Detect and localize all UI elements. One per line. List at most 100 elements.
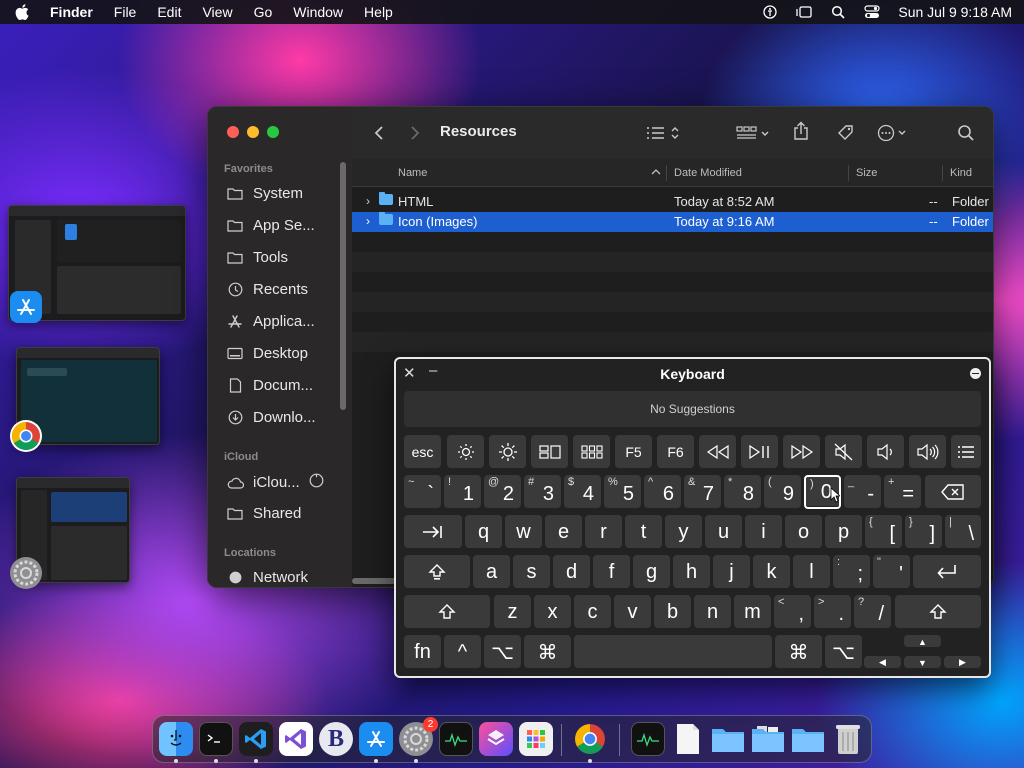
key-list-icon[interactable] (951, 435, 981, 469)
key-left-shift-icon[interactable] (404, 595, 490, 629)
disclosure-triangle-icon[interactable]: › (366, 194, 370, 208)
key-left-command[interactable]: ⌘ (524, 635, 571, 669)
key-z[interactable]: z (494, 595, 531, 629)
key-arrow-right-icon[interactable]: ▶ (944, 656, 981, 669)
key-launchpad-icon[interactable] (573, 435, 610, 469)
key-0[interactable]: ) 0 (804, 475, 842, 509)
key-comma[interactable]: <, (774, 595, 811, 629)
menu-window[interactable]: Window (293, 4, 343, 20)
search-icon[interactable] (956, 123, 976, 143)
sidebar-item-shared[interactable]: Shared (226, 505, 301, 522)
key-left-option[interactable]: ⌥ (484, 635, 521, 669)
key-period[interactable]: >. (814, 595, 851, 629)
key-brightness-down-icon[interactable] (447, 435, 484, 469)
sidebar-item-applications[interactable]: Applica... (226, 313, 315, 330)
key-mute-icon[interactable] (825, 435, 862, 469)
key-y[interactable]: y (665, 515, 702, 549)
key-4[interactable]: $4 (564, 475, 601, 509)
tag-button[interactable] (836, 123, 856, 143)
column-divider[interactable] (848, 165, 849, 181)
dock-folder-icon[interactable] (711, 722, 745, 756)
key-control[interactable]: ^ (444, 635, 481, 669)
key-arrow-left-icon[interactable]: ◀ (864, 656, 901, 669)
zoom-button[interactable] (267, 126, 279, 138)
dock-folder-icon[interactable] (751, 722, 785, 756)
key-o[interactable]: o (785, 515, 822, 549)
key-fn[interactable]: fn (404, 635, 441, 669)
key-h[interactable]: h (673, 555, 710, 589)
column-date-modified[interactable]: Date Modified (674, 167, 742, 179)
key-g[interactable]: g (633, 555, 670, 589)
key-equals[interactable]: + = (884, 475, 921, 509)
key-slash[interactable]: ? / (854, 595, 891, 629)
key-q[interactable]: q (465, 515, 502, 549)
key-right-bracket[interactable]: }] (905, 515, 942, 549)
dock-activity-monitor-window-icon[interactable] (631, 722, 665, 756)
dock-shortcuts-icon[interactable] (479, 722, 513, 756)
key-c[interactable]: c (574, 595, 611, 629)
sidebar-scrollbar[interactable] (340, 162, 346, 410)
key-tab-icon[interactable] (404, 515, 462, 549)
key-left-bracket[interactable]: {[ (865, 515, 902, 549)
table-row[interactable]: › HTML Today at 8:52 AM -- Folder (352, 192, 993, 212)
dock-app-store-icon[interactable] (359, 722, 393, 756)
key-arrow-up-icon[interactable]: ▲ (904, 635, 941, 648)
sidebar-item-documents[interactable]: Docum... (226, 377, 313, 394)
more-actions-button[interactable] (876, 123, 912, 143)
key-r[interactable]: r (585, 515, 622, 549)
column-divider[interactable] (942, 165, 943, 181)
key-x[interactable]: x (534, 595, 571, 629)
key-brightness-up-icon[interactable] (489, 435, 526, 469)
key-1[interactable]: ! 1 (444, 475, 481, 509)
spotlight-search-icon[interactable] (830, 4, 846, 20)
key-b[interactable]: b (654, 595, 691, 629)
key-return-icon[interactable] (913, 555, 981, 589)
sidebar-item-downloads[interactable]: Downlo... (226, 409, 316, 426)
dock-chrome-icon[interactable] (573, 722, 607, 756)
dock-trash-icon[interactable] (831, 722, 865, 756)
dock-vscode-icon[interactable] (239, 722, 273, 756)
key-delete-icon[interactable] (925, 475, 981, 509)
dock-finder-icon[interactable] (159, 722, 193, 756)
list-view-button[interactable] (644, 123, 684, 143)
sidebar-item-tools[interactable]: Tools (226, 249, 288, 266)
close-button[interactable] (227, 126, 239, 138)
sidebar-item-desktop[interactable]: Desktop (226, 345, 308, 362)
dock-bbedit-icon[interactable]: B (319, 722, 353, 756)
horizontal-scrollbar[interactable] (352, 578, 396, 584)
key-volume-up-icon[interactable] (909, 435, 946, 469)
key-backslash[interactable]: | \ (945, 515, 981, 549)
stage-manager-icon[interactable] (796, 4, 813, 20)
menu-file[interactable]: File (114, 4, 137, 20)
key-arrow-down-icon[interactable]: ▼ (904, 656, 941, 669)
key-k[interactable]: k (753, 555, 790, 589)
key-n[interactable]: n (694, 595, 731, 629)
key-a[interactable]: a (473, 555, 510, 589)
key-space[interactable] (574, 635, 772, 669)
key-d[interactable]: d (553, 555, 590, 589)
key-fast-forward-icon[interactable] (783, 435, 820, 469)
menu-help[interactable]: Help (364, 4, 393, 20)
menubar-clock[interactable]: Sun Jul 9 9:18 AM (898, 4, 1012, 20)
sidebar-item-recents[interactable]: Recents (226, 281, 308, 298)
table-row-selected[interactable]: › Icon (Images) Today at 9:16 AM -- Fold… (352, 212, 993, 232)
key-esc[interactable]: esc (404, 435, 441, 469)
key-f6[interactable]: F6 (657, 435, 694, 469)
key-right-shift-icon[interactable] (895, 595, 981, 629)
key-s[interactable]: s (513, 555, 550, 589)
dock-system-settings-icon[interactable]: 2 (399, 717, 438, 756)
key-8[interactable]: * 8 (724, 475, 761, 509)
key-semicolon[interactable]: :; (833, 555, 870, 589)
key-u[interactable]: u (705, 515, 742, 549)
options-icon[interactable] (970, 368, 981, 379)
column-kind[interactable]: Kind (950, 167, 972, 179)
key-2[interactable]: @2 (484, 475, 521, 509)
key-quote[interactable]: " ' (873, 555, 910, 589)
key-p[interactable]: p (825, 515, 862, 549)
key-j[interactable]: j (713, 555, 750, 589)
disclosure-triangle-icon[interactable]: › (366, 214, 370, 228)
back-button[interactable] (372, 123, 386, 143)
column-size[interactable]: Size (856, 167, 877, 179)
key-v[interactable]: v (614, 595, 651, 629)
key-3[interactable]: #3 (524, 475, 561, 509)
